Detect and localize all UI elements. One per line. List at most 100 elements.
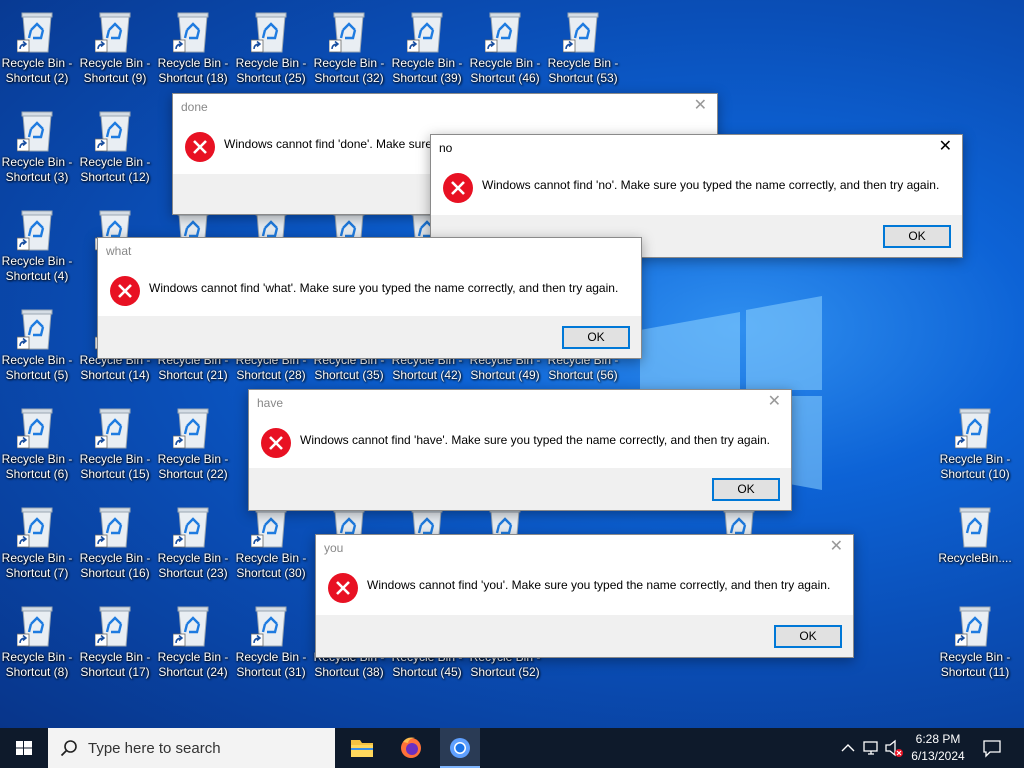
recycle-bin-icon [959,507,991,548]
dialog-message: Windows cannot find 'done'. Make sure [224,137,433,151]
clock[interactable]: 6:28 PM 6/13/2024 [906,731,970,765]
recycle-bin-shortcut-icon[interactable]: Recycle Bin - Shortcut (24) [156,594,230,690]
icon-label: Recycle Bin - Shortcut (46) [469,56,541,85]
icon-label: Recycle Bin - Shortcut (11) [939,650,1011,679]
recycle-bin-shortcut-icon[interactable]: Recycle Bin - Shortcut (11) [938,594,1012,690]
windows-start-icon[interactable] [0,728,48,768]
file-explorer-icon[interactable] [342,728,382,768]
recycle-bin-icon [95,12,131,53]
recycle-bin-shortcut-icon[interactable]: RecycleBin.... [938,495,1012,591]
icon-label: Recycle Bin - Shortcut (5) [1,353,73,382]
recycle-bin-icon [407,12,443,53]
icon-label: Recycle Bin - Shortcut (25) [235,56,307,85]
recycle-bin-icon [17,408,53,449]
ok-button[interactable]: OK [883,225,951,248]
recycle-bin-icon [17,309,53,350]
recycle-bin-shortcut-icon[interactable]: Recycle Bin - Shortcut (39) [390,0,464,96]
recycle-bin-shortcut-icon[interactable]: Recycle Bin - Shortcut (12) [78,99,152,195]
notification-icon[interactable] [980,728,1004,768]
icon-label: Recycle Bin - Shortcut (24) [157,650,229,679]
recycle-bin-shortcut-icon[interactable]: Recycle Bin - Shortcut (8) [0,594,74,690]
icon-label: Recycle Bin - Shortcut (22) [157,452,229,481]
close-icon[interactable]: ✕ [939,139,952,155]
recycle-bin-icon [173,408,209,449]
recycle-bin-shortcut-icon[interactable]: Recycle Bin - Shortcut (31) [234,594,308,690]
close-icon[interactable]: ✕ [694,98,707,114]
icon-label: Recycle Bin - Shortcut (31) [235,650,307,679]
recycle-bin-shortcut-icon[interactable]: Recycle Bin - Shortcut (46) [468,0,542,96]
recycle-bin-icon [173,606,209,647]
icon-label: RecycleBin.... [938,551,1012,565]
recycle-bin-icon [955,408,991,449]
recycle-bin-shortcut-icon[interactable]: Recycle Bin - Shortcut (18) [156,0,230,96]
recycle-bin-shortcut-icon[interactable]: Recycle Bin - Shortcut (32) [312,0,386,96]
recycle-bin-icon [17,606,53,647]
recycle-bin-shortcut-icon[interactable]: Recycle Bin - Shortcut (6) [0,396,74,492]
close-icon[interactable]: ✕ [768,394,781,410]
recycle-bin-shortcut-icon[interactable]: Recycle Bin - Shortcut (15) [78,396,152,492]
ok-button[interactable]: OK [774,625,842,648]
recycle-bin-shortcut-icon[interactable]: Recycle Bin - Shortcut (10) [938,396,1012,492]
recycle-bin-shortcut-icon[interactable]: Recycle Bin - Shortcut (53) [546,0,620,96]
close-icon[interactable]: ✕ [830,539,843,555]
recycle-bin-icon [17,111,53,152]
recycle-bin-shortcut-icon[interactable]: Recycle Bin - Shortcut (17) [78,594,152,690]
icon-label: Recycle Bin - Shortcut (30) [235,551,307,580]
dialog-title: no [439,141,453,155]
icon-label: Recycle Bin - Shortcut (18) [157,56,229,85]
recycle-bin-shortcut-icon[interactable]: Recycle Bin - Shortcut (16) [78,495,152,591]
clock-date: 6/13/2024 [911,749,965,763]
recycle-bin-icon [173,507,209,548]
chrome-active-tab[interactable] [440,728,480,768]
ok-button[interactable]: OK [712,478,780,501]
icon-label: Recycle Bin - Shortcut (6) [1,452,73,481]
recycle-bin-shortcut-icon[interactable]: Recycle Bin - Shortcut (2) [0,0,74,96]
icon-label: Recycle Bin - Shortcut (15) [79,452,151,481]
icon-label: Recycle Bin - Shortcut (23) [157,551,229,580]
icon-label: Recycle Bin - Shortcut (7) [1,551,73,580]
search-box[interactable]: Type here to search [48,728,335,768]
network-icon[interactable] [860,728,882,768]
recycle-bin-shortcut-icon[interactable]: Recycle Bin - Shortcut (5) [0,297,74,393]
icon-label: Recycle Bin - Shortcut (3) [1,155,73,184]
icon-label: Recycle Bin - Shortcut (9) [79,56,151,85]
error-icon [110,276,140,306]
dialog-message: Windows cannot find 'no'. Make sure you … [482,178,940,192]
dialog-title: what [106,244,132,258]
recycle-bin-icon [95,111,131,152]
error-icon [185,132,215,162]
icon-label: Recycle Bin - Shortcut (10) [939,452,1011,481]
ok-button[interactable]: OK [562,326,630,349]
chevron-up-icon[interactable] [838,728,858,768]
dialog-message: Windows cannot find 'what'. Make sure yo… [149,281,619,295]
icon-label: Recycle Bin - Shortcut (39) [391,56,463,85]
recycle-bin-shortcut-icon[interactable]: Recycle Bin - Shortcut (25) [234,0,308,96]
clock-time: 6:28 PM [915,732,961,746]
icon-label: Recycle Bin - Shortcut (4) [1,254,73,283]
recycle-bin-shortcut-icon[interactable]: Recycle Bin - Shortcut (3) [0,99,74,195]
recycle-bin-icon [17,12,53,53]
icon-label: Recycle Bin - Shortcut (16) [79,551,151,580]
recycle-bin-icon [95,606,131,647]
icon-label: Recycle Bin - Shortcut (53) [547,56,619,85]
search-placeholder: Type here to search [88,740,221,757]
recycle-bin-icon [251,606,287,647]
dialog-title: you [324,541,344,555]
dialog-message: Windows cannot find 'have'. Make sure yo… [300,433,770,447]
icon-label: Recycle Bin - Shortcut (2) [1,56,73,85]
firefox-icon[interactable] [391,728,431,768]
search-icon [60,740,77,757]
error-icon [328,573,358,603]
icon-label: Recycle Bin - Shortcut (12) [79,155,151,184]
recycle-bin-shortcut-icon[interactable]: Recycle Bin - Shortcut (7) [0,495,74,591]
volume-muted-icon[interactable] [883,728,905,768]
error-icon [443,173,473,203]
recycle-bin-shortcut-icon[interactable]: Recycle Bin - Shortcut (9) [78,0,152,96]
recycle-bin-shortcut-icon[interactable]: Recycle Bin - Shortcut (4) [0,198,74,294]
error-icon [261,428,291,458]
dialog-title: have [257,396,284,410]
recycle-bin-icon [955,606,991,647]
recycle-bin-shortcut-icon[interactable]: Recycle Bin - Shortcut (22) [156,396,230,492]
icon-label: Recycle Bin - Shortcut (8) [1,650,73,679]
recycle-bin-shortcut-icon[interactable]: Recycle Bin - Shortcut (23) [156,495,230,591]
